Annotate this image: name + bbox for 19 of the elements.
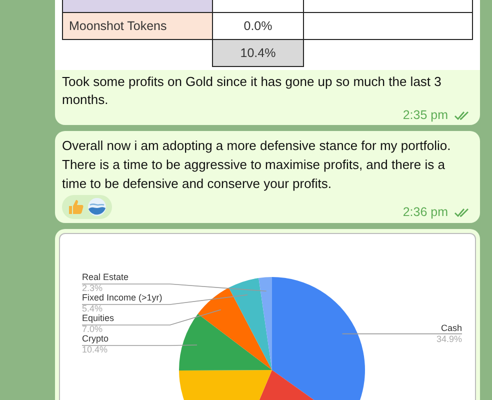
timestamp: 2:35 pm [402,109,448,122]
wave-icon [87,197,107,217]
slice-value: 7.0% [82,324,103,334]
slice-label: Real Estate [82,272,129,282]
table-cell: Moonshot Tokens [62,12,212,40]
slice-value: 5.4% [82,304,103,314]
slice-value: 34.9% [436,334,462,344]
slice-label: Cash [440,322,462,333]
slice-value: 2.3% [82,283,103,293]
reaction-pill[interactable] [62,195,112,219]
timestamp: 2:36 pm [402,206,448,219]
slice-label: Fixed Income (>1yr) [82,292,162,302]
thumbs-up-icon [67,198,85,216]
slice-value: 10.4% [82,344,108,354]
table-cell: 10.4% [212,40,304,66]
slice-label: Equities [82,313,114,323]
slice-label: Crypto [82,334,109,344]
message-text: Overall now i am adopting a more defensive stance for my portfolio. There is a time to be aggressive to maximise profits, and there is a time to be defensive and conserve your profits. [62,137,452,193]
message-text: Took some profits on Gold since it has gone up so much the last 3 months. [62,73,442,109]
